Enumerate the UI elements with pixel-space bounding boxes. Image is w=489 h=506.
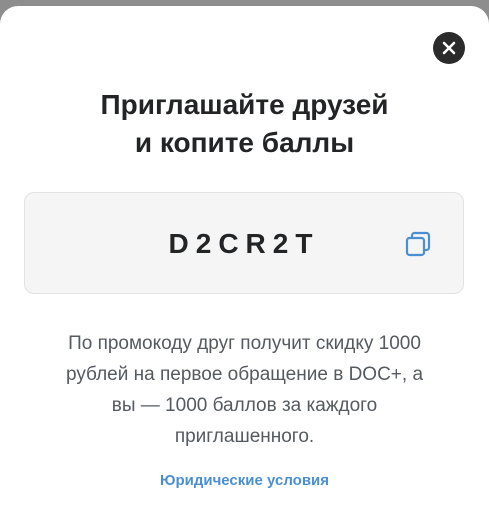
promo-description-line-1: По промокоду друг получит скидку 1000	[68, 333, 421, 354]
close-button[interactable]	[433, 32, 465, 64]
invite-friends-modal: Приглашайте друзей и копите баллы D2CR2T…	[0, 6, 489, 506]
promo-description: По промокоду друг получит скидку 1000 ру…	[30, 328, 459, 452]
close-icon	[442, 41, 456, 55]
promo-code: D2CR2T	[168, 228, 320, 259]
modal-title: Приглашайте друзей и копите баллы	[0, 86, 489, 162]
modal-title-line-2: и копите баллы	[134, 127, 355, 158]
promo-description-line-4: приглашенного.	[174, 426, 315, 447]
copy-button[interactable]	[403, 229, 433, 259]
modal-title-line-1: Приглашайте друзей	[100, 89, 389, 120]
legal-terms-link[interactable]: Юридические условия	[0, 472, 489, 489]
copy-icon	[405, 231, 431, 257]
promo-description-line-2: рублей на первое обращение в DOC+, а	[65, 364, 424, 385]
promo-code-box[interactable]: D2CR2T	[24, 192, 464, 294]
promo-description-line-3: вы — 1000 баллов за каждого	[111, 395, 378, 416]
